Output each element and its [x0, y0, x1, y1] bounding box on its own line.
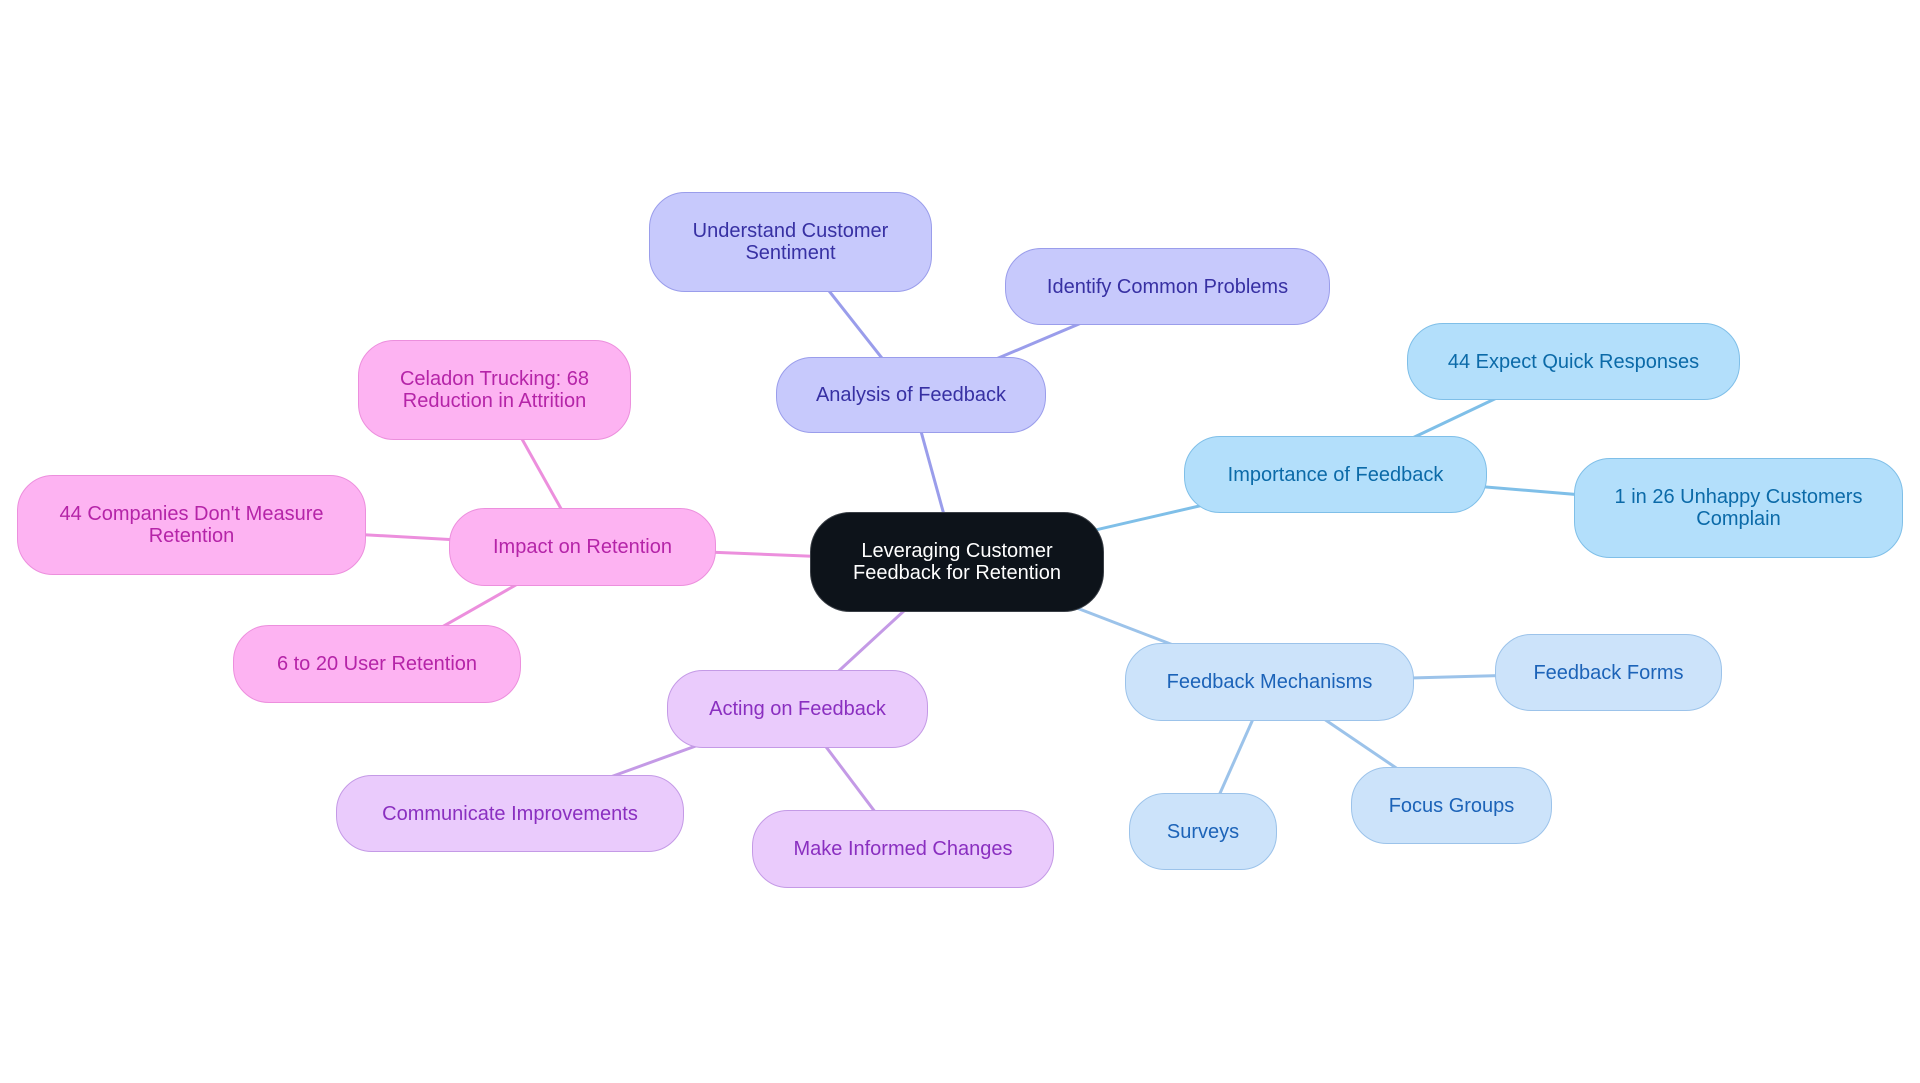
node-understand-customer-sentiment[interactable]: Understand Customer Sentiment — [649, 192, 932, 292]
node-focus-groups[interactable]: Focus Groups — [1351, 767, 1552, 844]
node-unhappy-customers-complain[interactable]: 1 in 26 Unhappy Customers Complain — [1574, 458, 1903, 558]
node-feedback-forms[interactable]: Feedback Forms — [1495, 634, 1722, 711]
node-surveys[interactable]: Surveys — [1129, 793, 1277, 870]
root-node[interactable]: Leveraging Customer Feedback for Retenti… — [810, 512, 1104, 612]
node-analysis-of-feedback[interactable]: Analysis of Feedback — [776, 357, 1046, 433]
node-acting-on-feedback[interactable]: Acting on Feedback — [667, 670, 928, 748]
node-make-informed-changes[interactable]: Make Informed Changes — [752, 810, 1054, 888]
node-identify-common-problems[interactable]: Identify Common Problems — [1005, 248, 1330, 325]
node-user-retention[interactable]: 6 to 20 User Retention — [233, 625, 521, 703]
node-companies-dont-measure-retention[interactable]: 44 Companies Don't Measure Retention — [17, 475, 366, 575]
node-impact-on-retention[interactable]: Impact on Retention — [449, 508, 716, 586]
node-communicate-improvements[interactable]: Communicate Improvements — [336, 775, 684, 852]
node-feedback-mechanisms[interactable]: Feedback Mechanisms — [1125, 643, 1414, 721]
node-importance-of-feedback[interactable]: Importance of Feedback — [1184, 436, 1487, 513]
node-celadon-trucking[interactable]: Celadon Trucking: 68 Reduction in Attrit… — [358, 340, 631, 440]
node-expect-quick-responses[interactable]: 44 Expect Quick Responses — [1407, 323, 1740, 400]
